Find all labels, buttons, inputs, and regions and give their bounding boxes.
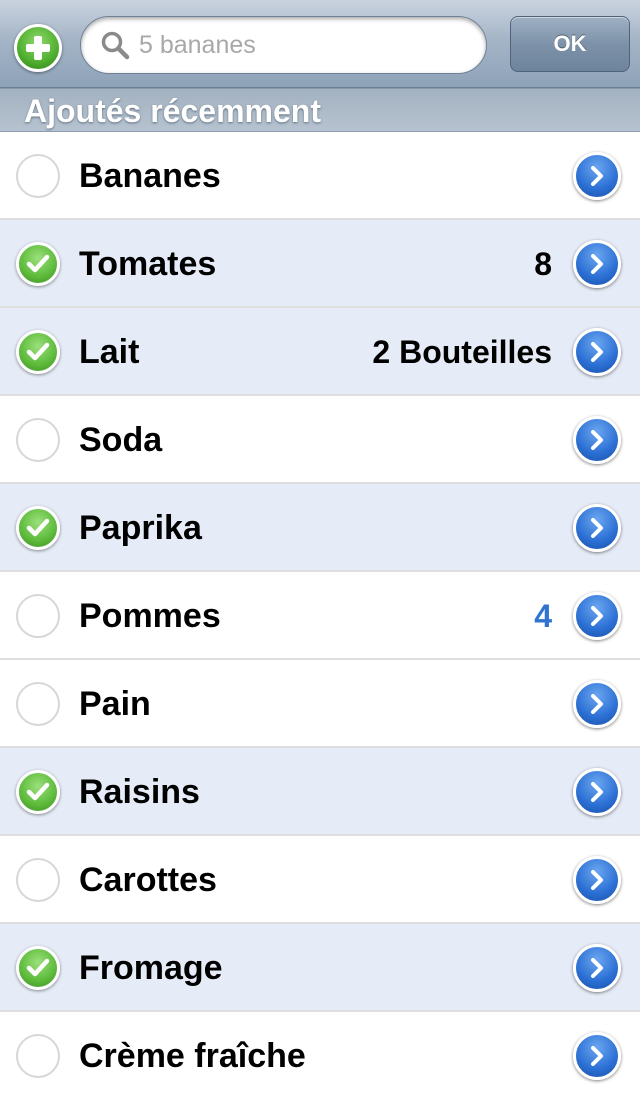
chevron-right-icon bbox=[591, 606, 603, 626]
search-input[interactable] bbox=[139, 30, 469, 60]
add-item-button[interactable] bbox=[14, 24, 62, 72]
item-name: Fromage bbox=[79, 949, 223, 987]
item-name: Pommes bbox=[79, 597, 221, 635]
list-item[interactable]: Paprika bbox=[0, 484, 640, 572]
chevron-right-icon bbox=[591, 166, 603, 186]
chevron-right-icon bbox=[591, 254, 603, 274]
chevron-right-icon bbox=[591, 342, 603, 362]
checked-checkbox[interactable] bbox=[16, 946, 60, 990]
shopping-list: Bananes Tomates 8 Lait 2 Bouteilles Soda Papri… bbox=[0, 132, 640, 1096]
ok-button[interactable]: OK bbox=[510, 16, 630, 72]
unchecked-checkbox[interactable] bbox=[16, 418, 60, 462]
checkmark-icon bbox=[26, 782, 50, 801]
detail-disclosure-button[interactable] bbox=[573, 768, 621, 816]
detail-disclosure-button[interactable] bbox=[573, 152, 621, 200]
item-name: Soda bbox=[79, 421, 163, 459]
item-name: Raisins bbox=[79, 773, 200, 811]
checked-checkbox[interactable] bbox=[16, 242, 60, 286]
item-name: Tomates bbox=[79, 245, 217, 283]
unchecked-checkbox[interactable] bbox=[16, 858, 60, 902]
item-name: Pain bbox=[79, 685, 151, 723]
list-item[interactable]: Raisins bbox=[0, 748, 640, 836]
item-quantity: 8 bbox=[534, 246, 552, 282]
item-name: Paprika bbox=[79, 509, 202, 547]
detail-disclosure-button[interactable] bbox=[573, 944, 621, 992]
checked-checkbox[interactable] bbox=[16, 506, 60, 550]
detail-disclosure-button[interactable] bbox=[573, 416, 621, 464]
chevron-right-icon bbox=[591, 958, 603, 978]
detail-disclosure-button[interactable] bbox=[573, 504, 621, 552]
top-toolbar: OK bbox=[0, 0, 640, 88]
detail-disclosure-button[interactable] bbox=[573, 328, 621, 376]
detail-disclosure-button[interactable] bbox=[573, 680, 621, 728]
item-quantity: 4 bbox=[534, 598, 552, 634]
item-name: Bananes bbox=[79, 157, 221, 195]
list-item[interactable]: Lait 2 Bouteilles bbox=[0, 308, 640, 396]
item-quantity: 2 Bouteilles bbox=[372, 334, 552, 370]
list-item[interactable]: Tomates 8 bbox=[0, 220, 640, 308]
detail-disclosure-button[interactable] bbox=[573, 856, 621, 904]
chevron-right-icon bbox=[591, 782, 603, 802]
unchecked-checkbox[interactable] bbox=[16, 1034, 60, 1078]
chevron-right-icon bbox=[591, 1046, 603, 1066]
chevron-right-icon bbox=[591, 430, 603, 450]
chevron-right-icon bbox=[591, 870, 603, 890]
checkmark-icon bbox=[26, 958, 50, 977]
detail-disclosure-button[interactable] bbox=[573, 1032, 621, 1080]
checkmark-icon bbox=[26, 518, 50, 537]
section-header-recently-added: Ajoutés récemment bbox=[0, 88, 640, 132]
list-item[interactable]: Carottes bbox=[0, 836, 640, 924]
unchecked-checkbox[interactable] bbox=[16, 154, 60, 198]
item-name: Carottes bbox=[79, 861, 217, 899]
item-name: Crème fraîche bbox=[79, 1037, 306, 1075]
list-item[interactable]: Bananes bbox=[0, 132, 640, 220]
search-field[interactable] bbox=[80, 16, 487, 74]
unchecked-checkbox[interactable] bbox=[16, 594, 60, 638]
checkmark-icon bbox=[26, 254, 50, 273]
plus-icon bbox=[26, 36, 50, 60]
list-item[interactable]: Crème fraîche bbox=[0, 1012, 640, 1096]
list-item[interactable]: Fromage bbox=[0, 924, 640, 1012]
detail-disclosure-button[interactable] bbox=[573, 240, 621, 288]
item-name: Lait bbox=[79, 333, 140, 371]
checked-checkbox[interactable] bbox=[16, 330, 60, 374]
list-item[interactable]: Pain bbox=[0, 660, 640, 748]
checked-checkbox[interactable] bbox=[16, 770, 60, 814]
list-item[interactable]: Soda bbox=[0, 396, 640, 484]
checkmark-icon bbox=[26, 342, 50, 361]
detail-disclosure-button[interactable] bbox=[573, 592, 621, 640]
unchecked-checkbox[interactable] bbox=[16, 682, 60, 726]
chevron-right-icon bbox=[591, 518, 603, 538]
chevron-right-icon bbox=[591, 694, 603, 714]
search-icon bbox=[99, 29, 131, 61]
list-item[interactable]: Pommes 4 bbox=[0, 572, 640, 660]
